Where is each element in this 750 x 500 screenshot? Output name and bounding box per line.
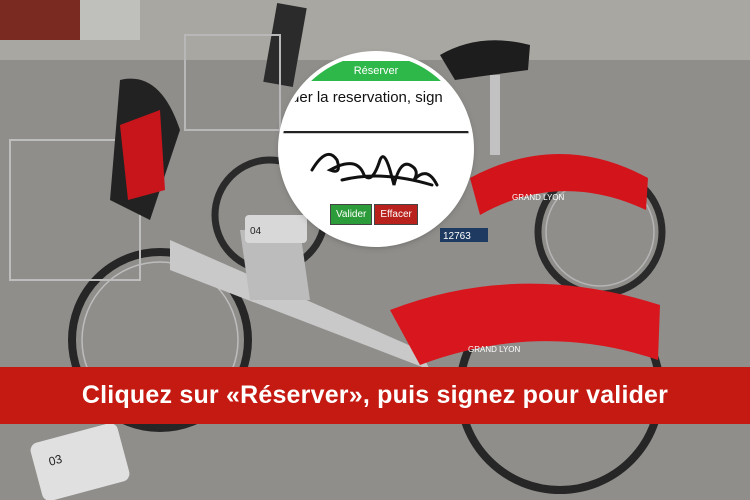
reserve-button[interactable]: Réserver (282, 61, 470, 81)
validate-button[interactable]: Valider (330, 204, 373, 225)
instruction-banner: Cliquez sur «Réserver», puis signez pour… (0, 367, 750, 424)
red-door (0, 0, 80, 40)
brand-text-front: GRAND LYON (468, 345, 521, 354)
reservation-popup-zoom: Réserver alider la reservation, sign Val… (282, 55, 470, 243)
signature-scribble (310, 152, 439, 187)
banner-text: Cliquez sur «Réserver», puis signez pour… (81, 381, 669, 409)
bike-number-front: 04 (250, 226, 262, 237)
signature-pad[interactable] (282, 133, 470, 243)
signature-actions: Valider Effacer (330, 204, 418, 225)
brand-text-rear: GRAND LYON (512, 193, 565, 202)
signature-instruction: alider la reservation, sign (282, 89, 443, 106)
clear-button[interactable]: Effacer (374, 204, 418, 225)
